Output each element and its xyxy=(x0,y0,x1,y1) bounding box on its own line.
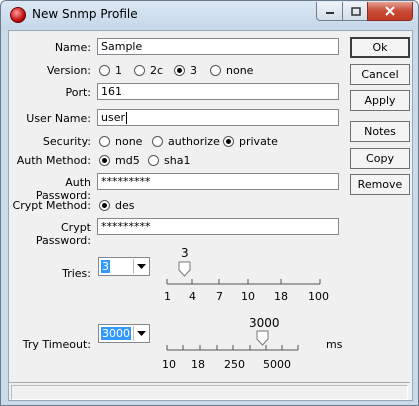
version-1-radio[interactable] xyxy=(99,65,110,76)
security-none-label: none xyxy=(115,135,143,148)
title-bar[interactable]: New Snmp Profile xyxy=(1,1,418,29)
try-timeout-select[interactable]: 3000 xyxy=(98,324,150,343)
security-private-label: private xyxy=(239,135,278,148)
crypt-des-label: des xyxy=(115,199,135,212)
try-timeout-slider-thumb[interactable] xyxy=(256,330,269,346)
tries-tick-7: 7 xyxy=(216,290,223,303)
snmp-profile-window: New Snmp Profile Name: Sample Version: 1… xyxy=(0,0,419,406)
auth-password-input[interactable]: ********* xyxy=(97,173,339,190)
name-label: Name: xyxy=(54,41,91,54)
minimize-button[interactable] xyxy=(316,2,344,21)
status-pane xyxy=(11,385,408,400)
version-3-radio[interactable] xyxy=(174,65,185,76)
notes-button[interactable]: Notes xyxy=(350,121,410,142)
copy-button[interactable]: Copy xyxy=(350,148,410,169)
version-1-label: 1 xyxy=(115,64,122,77)
window-title: New Snmp Profile xyxy=(32,7,138,21)
try-timeout-slider[interactable] xyxy=(159,328,309,356)
tries-tick-10: 10 xyxy=(241,290,255,303)
timeout-tick-18: 18 xyxy=(191,358,205,371)
remove-button[interactable]: Remove xyxy=(350,174,410,195)
user-name-input[interactable]: user xyxy=(97,109,339,126)
crypt-password-input[interactable]: ********* xyxy=(97,218,339,235)
try-timeout-label: Try Timeout: xyxy=(22,338,91,351)
security-authorize-label: authorize xyxy=(168,135,220,148)
ok-button[interactable]: Ok xyxy=(350,37,410,58)
chevron-down-icon[interactable] xyxy=(133,326,148,341)
tries-slider[interactable] xyxy=(159,258,339,288)
status-bar xyxy=(9,382,410,400)
security-authorize-radio[interactable] xyxy=(152,136,163,147)
version-label: Version: xyxy=(46,64,91,77)
auth-md5-label: md5 xyxy=(115,154,140,167)
try-timeout-unit: ms xyxy=(326,338,343,351)
close-button[interactable] xyxy=(367,2,413,21)
security-none-radio[interactable] xyxy=(99,136,110,147)
tries-select[interactable]: 3 xyxy=(98,257,150,276)
text-cursor xyxy=(126,112,127,124)
dialog-body: Name: Sample Version: 1 2c 3 none Port: … xyxy=(8,30,413,401)
tries-tick-100: 100 xyxy=(308,290,329,303)
version-2c-label: 2c xyxy=(150,64,164,77)
apply-button[interactable]: Apply xyxy=(350,90,410,111)
chevron-down-icon[interactable] xyxy=(133,259,148,274)
crypt-password-label: Crypt Password: xyxy=(35,221,91,247)
version-none-radio[interactable] xyxy=(210,65,221,76)
security-label: Security: xyxy=(42,135,91,148)
auth-method-label: Auth Method: xyxy=(16,154,91,167)
cancel-button[interactable]: Cancel xyxy=(350,64,410,85)
tries-tick-4: 4 xyxy=(189,290,196,303)
tries-tick-1: 1 xyxy=(164,290,171,303)
port-input[interactable]: 161 xyxy=(97,83,339,100)
security-private-radio[interactable] xyxy=(223,136,234,147)
version-3-label: 3 xyxy=(190,64,197,77)
try-timeout-value: 3000 xyxy=(101,327,131,340)
timeout-tick-5000: 5000 xyxy=(263,358,291,371)
tries-slider-thumb[interactable] xyxy=(178,261,191,277)
maximize-button[interactable] xyxy=(342,2,369,21)
user-name-label: User Name: xyxy=(26,112,91,125)
auth-md5-radio[interactable] xyxy=(99,155,110,166)
app-icon xyxy=(10,7,26,23)
tries-label: Tries: xyxy=(62,267,91,280)
tries-slider-ticks xyxy=(166,279,321,284)
name-input[interactable]: Sample xyxy=(97,38,339,55)
version-2c-radio[interactable] xyxy=(134,65,145,76)
auth-sha1-label: sha1 xyxy=(164,154,191,167)
port-label: Port: xyxy=(65,86,91,99)
user-name-value: user xyxy=(101,111,125,124)
close-icon xyxy=(385,6,395,16)
version-none-label: none xyxy=(226,64,254,77)
maximize-icon xyxy=(350,6,361,16)
try-timeout-slider-ticks xyxy=(166,345,299,350)
crypt-method-label: Crypt Method: xyxy=(12,199,91,212)
crypt-des-radio[interactable] xyxy=(99,200,110,211)
timeout-tick-250: 250 xyxy=(224,358,245,371)
minimize-icon xyxy=(326,12,334,14)
tries-tick-18: 18 xyxy=(274,290,288,303)
tries-value: 3 xyxy=(101,260,110,273)
timeout-tick-10: 10 xyxy=(162,358,176,371)
auth-sha1-radio[interactable] xyxy=(148,155,159,166)
